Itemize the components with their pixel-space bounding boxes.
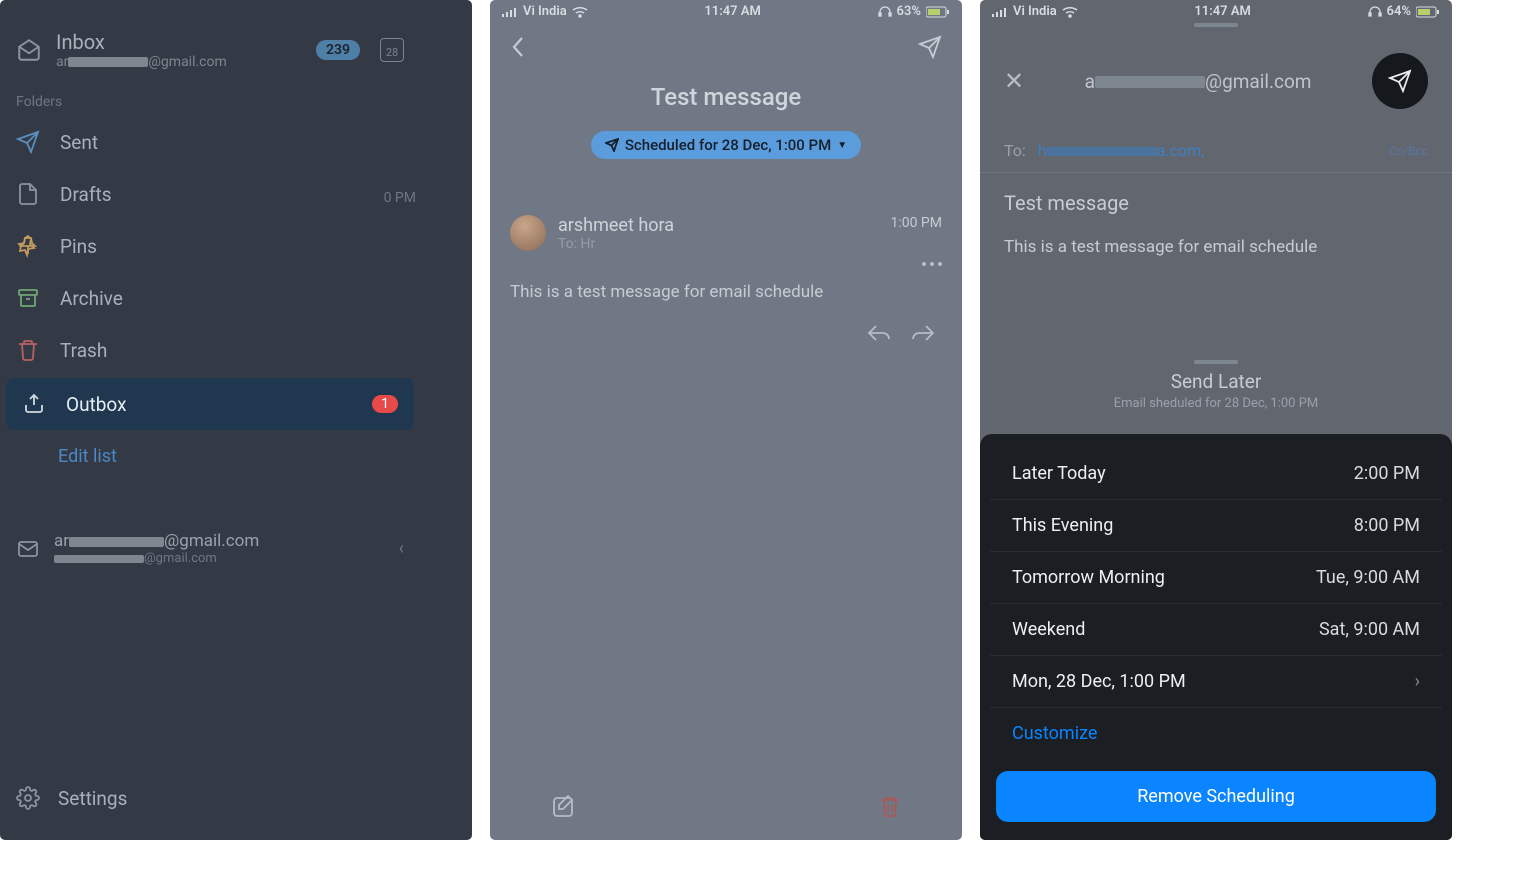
status-bar: Vi India 11:47 AM 64%: [980, 0, 1452, 23]
inbox-title: Inbox: [56, 30, 302, 54]
send-later-subtitle: Email sheduled for 28 Dec, 1:00 PM: [980, 396, 1452, 411]
sidebar-item-outbox[interactable]: Outbox 1: [6, 378, 414, 430]
headphones-icon: [1368, 6, 1382, 17]
envelope-icon: [16, 537, 40, 561]
body-field[interactable]: This is a test message for email schedul…: [980, 233, 1452, 261]
account-sub-email: @gmail.com: [54, 551, 385, 566]
inbox-item[interactable]: Inbox ar@gmail.com 239 28: [0, 0, 420, 80]
peek-time: 0 PM: [384, 190, 416, 206]
folder-label: Drafts: [60, 183, 112, 206]
send-icon: [16, 130, 40, 154]
trash-icon: [16, 338, 40, 362]
from-email: a@gmail.com: [1085, 70, 1312, 93]
send-icon: [605, 138, 619, 152]
edit-list-link[interactable]: Edit list: [0, 432, 420, 481]
send-later-title: Send Later: [980, 370, 1452, 393]
inbox-email: ar@gmail.com: [56, 54, 302, 70]
send-icon[interactable]: [918, 35, 942, 59]
drag-handle[interactable]: [1194, 360, 1238, 364]
sidebar-item-trash[interactable]: Trash: [0, 324, 420, 376]
subject-field[interactable]: Test message: [980, 173, 1452, 233]
outbox-icon: [22, 392, 46, 416]
sender-name: arshmeet hora: [558, 215, 674, 236]
close-icon[interactable]: ✕: [1004, 67, 1024, 95]
message-body: This is a test message for email schedul…: [510, 266, 942, 318]
status-time: 11:47 AM: [704, 4, 761, 19]
sender-to: To: Hr: [558, 236, 674, 252]
screen-message-view: Vi India 11:47 AM 63% Test message Sched…: [490, 0, 962, 840]
signal-icon: [992, 7, 1008, 17]
schedule-option-custom-date[interactable]: Mon, 28 Dec, 1:00 PM ›: [990, 656, 1442, 708]
sidebar-item-archive[interactable]: Archive: [0, 272, 420, 324]
folder-label: Outbox: [66, 393, 352, 416]
recipient-chip[interactable]: ha.com,: [1038, 141, 1204, 160]
screen-compose-schedule: Vi India 11:47 AM 64% ✕ a@gmail.com To: …: [980, 0, 1452, 840]
schedule-option-tomorrow-morning[interactable]: Tomorrow Morning Tue, 9:00 AM: [990, 552, 1442, 604]
send-button[interactable]: [1372, 53, 1428, 109]
folder-label: Pins: [60, 235, 97, 258]
wifi-icon: [572, 6, 588, 18]
file-icon: [16, 182, 40, 206]
schedule-option-this-evening[interactable]: This Evening 8:00 PM: [990, 500, 1442, 552]
remove-scheduling-button[interactable]: Remove Scheduling: [996, 771, 1436, 822]
schedule-sheet: Later Today 2:00 PM This Evening 8:00 PM…: [980, 434, 1452, 840]
schedule-option-later-today[interactable]: Later Today 2:00 PM: [990, 448, 1442, 500]
account-email: ar@gmail.com: [54, 531, 385, 551]
sidebar-item-pins[interactable]: Pins: [0, 220, 420, 272]
chevron-left-icon: ‹: [399, 538, 404, 559]
pin-icon: [16, 234, 40, 258]
status-time: 11:47 AM: [1194, 4, 1251, 19]
battery-icon: [1416, 6, 1440, 18]
envelope-open-icon: [16, 37, 42, 63]
avatar: [510, 215, 546, 251]
customize-link[interactable]: Customize: [990, 708, 1442, 759]
account-item[interactable]: ar@gmail.com @gmail.com ‹: [0, 511, 420, 586]
battery-icon: [926, 6, 950, 18]
outbox-count-badge: 1: [372, 395, 398, 413]
caret-down-icon: ▼: [837, 140, 847, 151]
folder-label: Archive: [60, 287, 123, 310]
drag-handle[interactable]: [1194, 23, 1238, 27]
sidebar-item-sent[interactable]: Sent: [0, 116, 420, 168]
calendar-icon[interactable]: 28: [380, 38, 404, 62]
settings-item[interactable]: Settings: [0, 772, 143, 824]
settings-label: Settings: [58, 787, 127, 810]
folder-label: Sent: [60, 131, 98, 154]
wifi-icon: [1062, 6, 1078, 18]
sidebar-item-drafts[interactable]: Drafts: [0, 168, 420, 220]
delete-icon[interactable]: [878, 794, 902, 820]
inbox-count-badge: 239: [316, 40, 360, 60]
scheduled-pill[interactable]: Scheduled for 28 Dec, 1:00 PM ▼: [591, 131, 861, 159]
to-field[interactable]: To: ha.com, Cc/Bcc: [980, 129, 1452, 173]
gear-icon: [16, 786, 40, 810]
chevron-right-icon: ›: [1415, 671, 1420, 692]
reply-icon[interactable]: [866, 322, 892, 344]
screen-sidebar: Inbox ar@gmail.com 239 28 Folders Sent D…: [0, 0, 472, 840]
message-title: Test message: [490, 69, 962, 131]
folders-heading: Folders: [0, 80, 420, 116]
headphones-icon: [878, 6, 892, 17]
schedule-option-weekend[interactable]: Weekend Sat, 9:00 AM: [990, 604, 1442, 656]
compose-icon[interactable]: [550, 794, 576, 820]
signal-icon: [502, 7, 518, 17]
forward-icon[interactable]: [910, 322, 936, 344]
status-bar: Vi India 11:47 AM 63%: [490, 0, 962, 23]
back-icon[interactable]: [510, 36, 526, 58]
archive-icon: [16, 286, 40, 310]
folder-label: Trash: [60, 339, 107, 362]
message-time: 1:00 PM: [890, 215, 942, 231]
ccbcc-link[interactable]: Cc/Bcc: [1389, 144, 1428, 158]
